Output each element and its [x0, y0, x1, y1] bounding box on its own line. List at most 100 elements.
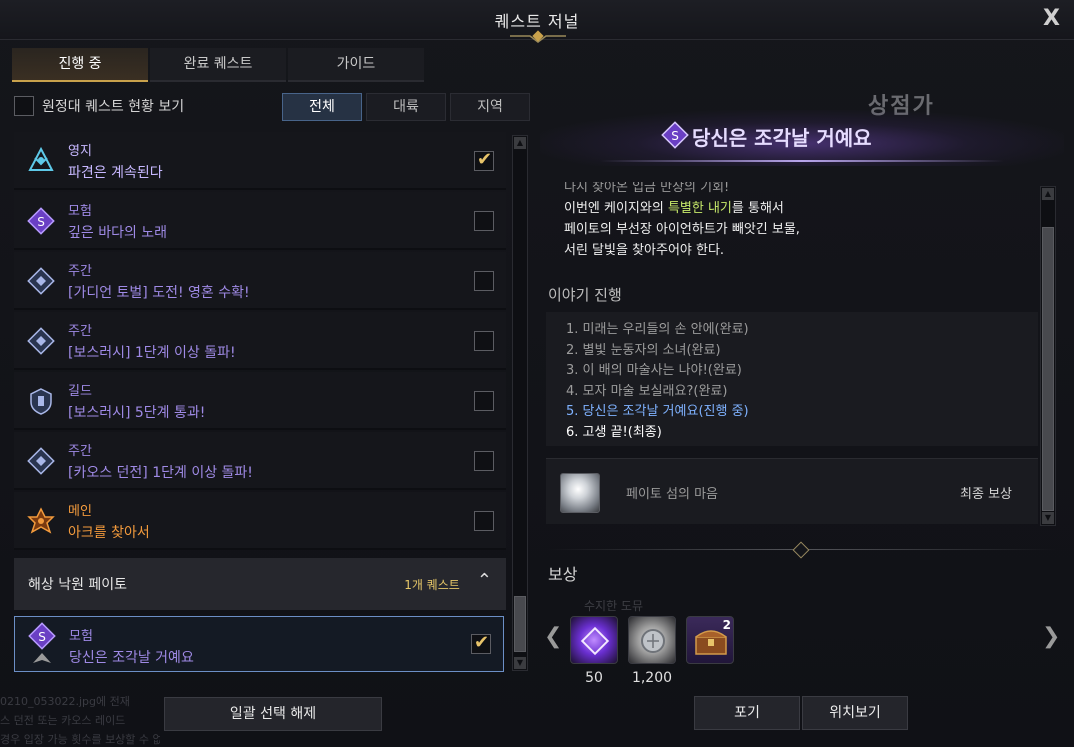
scroll-down-icon[interactable]: ▼ [1042, 512, 1054, 524]
quest-row[interactable]: 주간 [보스러시] 1단계 이상 돌파! [14, 312, 506, 370]
chevron-up-icon[interactable]: ⌃ [477, 570, 492, 591]
adventure-icon: S [27, 207, 55, 235]
svg-text:S: S [38, 630, 46, 644]
close-button[interactable]: X [1043, 6, 1060, 31]
quest-category: 모험 [68, 204, 92, 219]
scroll-down-icon[interactable]: ▼ [514, 657, 526, 669]
story-line: 다시 찾아온 입금 만장의 기회! [564, 182, 730, 194]
reward-count: 1,200 [631, 670, 673, 686]
chevron-right-icon[interactable]: ❯ [1042, 624, 1060, 649]
checkmark-icon: ✔ [474, 632, 490, 653]
background-chat-text: 0210_053022.jpg에 전재 스 던전 또는 카오스 레이드 경우 입… [0, 695, 160, 746]
quest-category: 영지 [68, 144, 92, 159]
weekly-icon [27, 267, 55, 295]
quest-detail-title: 당신은 조각날 거예요 [692, 126, 872, 150]
quest-track-checkbox[interactable] [474, 391, 494, 411]
filter-continent-button[interactable]: 대륙 [366, 93, 446, 121]
scroll-up-icon[interactable]: ▲ [514, 137, 526, 149]
scroll-thumb[interactable] [514, 596, 526, 652]
expedition-filter[interactable]: 원정대 퀘스트 현황 보기 [14, 96, 184, 116]
checkmark-icon: ✔ [477, 149, 493, 170]
adventure-icon: S [661, 121, 689, 149]
quest-track-checkbox[interactable] [474, 271, 494, 291]
detail-scrollbar[interactable]: ▲ ▼ [1040, 186, 1056, 526]
reward-quantity-badge: 2 [722, 618, 731, 632]
tab-in-progress[interactable]: 진행 중 [12, 48, 148, 82]
quest-track-checkbox[interactable] [474, 511, 494, 531]
final-reward-row[interactable]: 페이토 섬의 마음 최종 보상 [546, 458, 1038, 524]
filter-buttons: 전체 대륙 지역 [282, 93, 530, 121]
quest-category: 주간 [68, 264, 92, 279]
quest-category: 주간 [68, 444, 92, 459]
quest-track-checkbox[interactable] [474, 331, 494, 351]
quest-story: 다시 찾아온 입금 만장의 기회! 이번엔 케이지와의 특별한 내기를 통해서 … [564, 182, 1044, 261]
quest-category: 모험 [69, 629, 93, 644]
adventure-icon: S [28, 622, 56, 650]
window-title: 퀘스트 저널 [494, 12, 580, 31]
region-quest-count: 1개 퀘스트 [404, 578, 460, 592]
story-progress-header: 이야기 진행 [548, 286, 622, 304]
reward-faded-label: 수지한 도뮤 [584, 599, 644, 613]
quest-row[interactable]: 메인 아크를 찾아서 [14, 492, 506, 550]
story-step-final: 6. 고생 끝!(최종) [566, 424, 662, 440]
quest-list: 영지 파견은 계속된다 ✔ S 모험 깊은 바다의 노래 주간 [가디언 토벌]… [14, 132, 506, 552]
story-step: 3. 이 배의 마술사는 나야!(완료) [566, 363, 742, 378]
story-highlight: 특별한 내기 [667, 201, 732, 216]
expedition-label: 원정대 퀘스트 현황 보기 [42, 99, 185, 115]
title-bar: 퀘스트 저널 X [0, 0, 1074, 43]
title-underline [600, 160, 1004, 162]
quest-category: 메인 [68, 504, 92, 519]
quest-name: [가디언 토벌] 도전! 영혼 수확! [68, 285, 250, 301]
chevron-left-icon[interactable]: ❮ [544, 624, 562, 649]
story-line: 서린 달빛을 찾아주어야 한다. [564, 243, 725, 258]
story-step: 4. 모자 마술 보실래요?(완료) [566, 383, 728, 399]
svg-text:S: S [37, 215, 45, 229]
filter-region-button[interactable]: 지역 [450, 93, 530, 121]
treasure-chest-icon[interactable]: 2 [686, 616, 734, 664]
quest-category: 주간 [68, 324, 92, 339]
quest-list-scrollbar[interactable]: ▲ ▼ [512, 135, 528, 671]
tab-completed[interactable]: 완료 퀘스트 [150, 48, 286, 82]
scroll-thumb[interactable] [1042, 227, 1054, 511]
region-group-header[interactable]: 해상 낙원 페이토 1개 퀘스트 ⌃ [14, 558, 506, 610]
quest-title-banner: S 당신은 조각날 거예요 [540, 110, 1064, 166]
quest-row[interactable]: 주간 [카오스 던전] 1단계 이상 돌파! [14, 432, 506, 490]
weekly-icon [27, 447, 55, 475]
quest-row[interactable]: 영지 파견은 계속된다 ✔ [14, 132, 506, 190]
region-name: 해상 낙원 페이토 [28, 577, 128, 593]
quest-name: 파견은 계속된다 [68, 165, 163, 181]
tab-bar: 진행 중 완료 퀘스트 가이드 [12, 48, 424, 82]
quest-name: 깊은 바다의 노래 [68, 225, 168, 241]
deselect-all-button[interactable]: 일괄 선택 해제 [164, 697, 382, 731]
tab-guide[interactable]: 가이드 [288, 48, 424, 82]
silver-coin-icon[interactable] [628, 616, 676, 664]
selected-quest-row[interactable]: S 모험 당신은 조각날 거예요 ✔ [14, 616, 504, 672]
estate-icon [28, 146, 54, 171]
purple-crystal-icon[interactable] [570, 616, 618, 664]
quest-track-checkbox[interactable]: ✔ [471, 632, 491, 654]
locate-quest-button[interactable]: 위치보기 [802, 696, 908, 730]
quest-track-checkbox[interactable] [474, 211, 494, 231]
quest-name: 당신은 조각날 거예요 [69, 650, 194, 666]
filter-all-button[interactable]: 전체 [282, 93, 362, 121]
weekly-icon [27, 327, 55, 355]
scroll-up-icon[interactable]: ▲ [1042, 188, 1054, 200]
story-line: 페이토의 부선장 아이언하트가 빼앗긴 보물, [564, 222, 800, 237]
final-reward-name: 페이토 섬의 마음 [626, 487, 718, 502]
tracking-marker-icon [33, 653, 51, 663]
quest-row[interactable]: 길드 [보스러시] 5단계 통과! [14, 372, 506, 430]
quest-detail-panel: 상점가 S 당신은 조각날 거예요 다시 찾아온 입금 만장의 기회! 이번엔 … [540, 82, 1064, 722]
story-line: 이번엔 케이지와의 특별한 내기를 통해서 [564, 201, 784, 216]
main-quest-icon [27, 507, 55, 534]
quest-track-checkbox[interactable]: ✔ [474, 149, 494, 171]
silver-orb-icon [560, 473, 600, 513]
quest-row[interactable]: 주간 [가디언 토벌] 도전! 영혼 수확! [14, 252, 506, 310]
guild-icon [30, 388, 52, 415]
quest-row[interactable]: S 모험 깊은 바다의 노래 [14, 192, 506, 250]
story-step-current: 5. 당신은 조각날 거예요(진행 중) [566, 404, 749, 419]
quest-name: [보스러시] 5단계 통과! [68, 405, 206, 421]
expedition-checkbox[interactable] [14, 96, 34, 116]
quest-name: [카오스 던전] 1단계 이상 돌파! [68, 465, 253, 481]
abandon-quest-button[interactable]: 포기 [694, 696, 800, 730]
quest-track-checkbox[interactable] [474, 451, 494, 471]
